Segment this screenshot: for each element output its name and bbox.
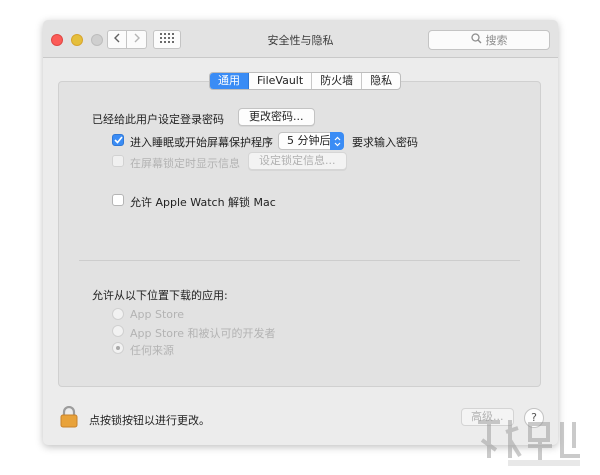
lock-message-checkbox[interactable]	[112, 155, 124, 167]
lock-message: 点按锁按钮以进行更改。	[89, 414, 210, 427]
radio-identified-developers-label: App Store 和被认可的开发者	[130, 327, 276, 340]
password-delay-value: 5 分钟后	[287, 134, 331, 147]
radio-identified-developers[interactable]	[112, 325, 124, 337]
tab-bar: 通用 FileVault 防火墙 隐私	[209, 72, 402, 90]
sleep-checkbox-label: 进入睡眠或开始屏幕保护程序	[130, 136, 273, 149]
radio-anywhere-label: 任何来源	[130, 344, 174, 357]
apple-watch-checkbox[interactable]	[112, 194, 124, 206]
preferences-window: 安全性与隐私 搜索 通用 FileVault 防火墙 隐私 已经给此用户设定登录…	[43, 20, 558, 445]
apple-watch-label: 允许 Apple Watch 解锁 Mac	[130, 196, 276, 209]
require-password-label: 要求输入密码	[352, 136, 418, 149]
radio-selected-dot	[116, 346, 120, 350]
tab-privacy[interactable]: 隐私	[362, 73, 400, 89]
search-placeholder: 搜索	[485, 34, 508, 47]
password-label: 已经给此用户设定登录密码	[92, 113, 224, 126]
radio-app-store-label: App Store	[130, 308, 185, 321]
lock-icon[interactable]	[60, 405, 78, 428]
password-delay-popup[interactable]: 5 分钟后	[278, 132, 344, 150]
general-panel: 已经给此用户设定登录密码 更改密码... 进入睡眠或开始屏幕保护程序 5 分钟后…	[58, 81, 541, 387]
search-icon	[470, 33, 482, 47]
downloads-heading: 允许从以下位置下载的应用:	[92, 289, 228, 302]
tab-general[interactable]: 通用	[210, 73, 249, 89]
title-bar: 安全性与隐私 搜索	[43, 20, 558, 58]
updown-arrows-icon	[330, 132, 344, 150]
help-button[interactable]: ?	[524, 408, 544, 428]
tab-firewall[interactable]: 防火墙	[312, 73, 363, 89]
radio-anywhere[interactable]	[112, 342, 124, 354]
change-password-button[interactable]: 更改密码...	[238, 108, 315, 126]
advanced-button[interactable]: 高级...	[461, 408, 514, 426]
sleep-checkbox[interactable]	[112, 134, 124, 146]
radio-app-store[interactable]	[112, 308, 124, 320]
section-divider	[79, 260, 520, 261]
tab-filevault[interactable]: FileVault	[249, 73, 313, 89]
search-field[interactable]: 搜索	[428, 30, 550, 50]
set-lock-message-button[interactable]: 设定锁定信息...	[248, 152, 347, 170]
lock-message-label: 在屏幕锁定时显示信息	[130, 157, 240, 170]
checkmark-icon	[113, 136, 123, 144]
